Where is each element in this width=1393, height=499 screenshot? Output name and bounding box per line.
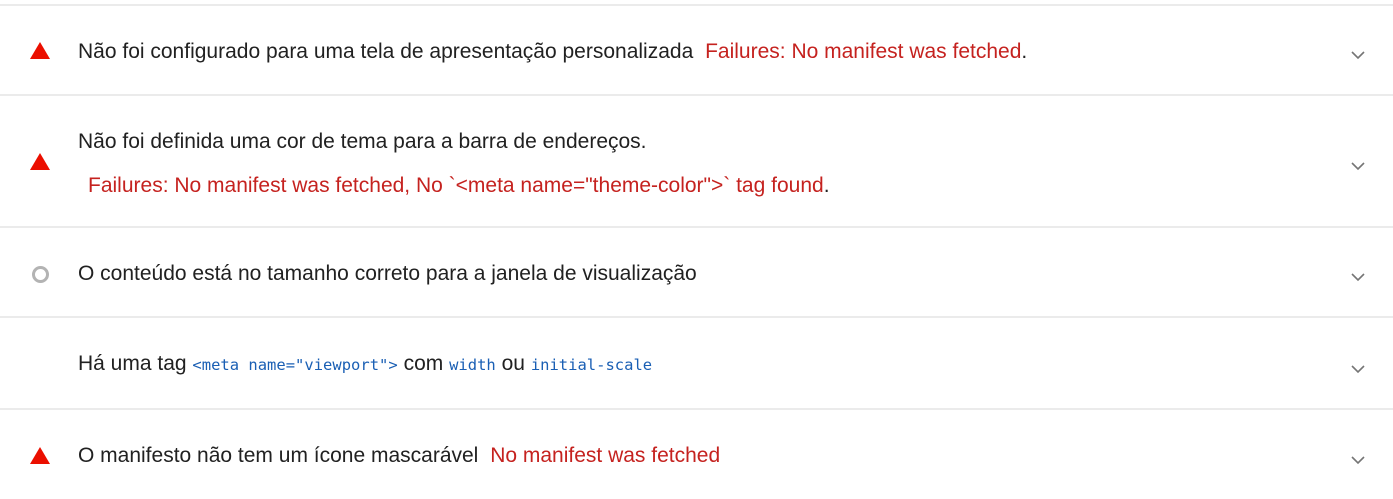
audit-row-theme-color[interactable]: Não foi definida uma cor de tema para a …: [0, 96, 1393, 228]
audit-title-text: Não foi configurado para uma tela de apr…: [78, 40, 694, 63]
audit-failure-text: No manifest was fetched: [490, 444, 721, 467]
warning-triangle-icon: [30, 42, 50, 59]
chevron-down-icon[interactable]: [1351, 453, 1365, 467]
chevron-down-icon[interactable]: [1351, 48, 1365, 62]
audit-title: Não foi configurado para uma tela de apr…: [78, 39, 1027, 65]
audit-title: Não foi definida uma cor de tema para a …: [78, 130, 647, 153]
word-or: ou: [501, 352, 525, 375]
audit-row-maskable-icon[interactable]: O manifesto não tem um ícone mascarável …: [0, 410, 1393, 499]
audit-row-viewport[interactable]: Há uma tag <meta name="viewport"> com wi…: [0, 318, 1393, 410]
audit-title: Há uma tag <meta name="viewport"> com wi…: [78, 351, 652, 378]
audit-title-prefix: Há uma tag: [78, 352, 187, 375]
failure-period: .: [823, 174, 830, 197]
circle-outline-icon: [32, 266, 49, 283]
audit-failure-text: Failures: No manifest was fetched.: [705, 40, 1027, 63]
chevron-down-icon[interactable]: [1351, 270, 1365, 284]
failure-message: Failures: No manifest was fetched: [705, 40, 1022, 63]
audit-list: Não foi configurado para uma tela de apr…: [0, 0, 1393, 499]
audit-failure-text: Failures: No manifest was fetched, No `<…: [88, 173, 830, 199]
code-meta-viewport: <meta name="viewport">: [192, 356, 398, 374]
audit-row-splash-screen[interactable]: Não foi configurado para uma tela de apr…: [0, 6, 1393, 96]
chevron-down-icon[interactable]: [1351, 159, 1365, 173]
chevron-down-icon[interactable]: [1351, 362, 1365, 376]
code-initial-scale: initial-scale: [530, 356, 653, 374]
failure-period: .: [1021, 40, 1028, 63]
warning-triangle-icon: [30, 153, 50, 170]
audit-row-content-width[interactable]: O conteúdo está no tamanho correto para …: [0, 228, 1393, 318]
code-width: width: [449, 356, 496, 374]
audit-title-text: O manifesto não tem um ícone mascarável: [78, 444, 479, 467]
audit-title: O conteúdo está no tamanho correto para …: [78, 262, 697, 285]
audit-title: O manifesto não tem um ícone mascarável …: [78, 443, 720, 469]
warning-triangle-icon: [30, 447, 50, 464]
failure-message: Failures: No manifest was fetched, No `<…: [88, 174, 824, 197]
word-with: com: [403, 352, 444, 375]
